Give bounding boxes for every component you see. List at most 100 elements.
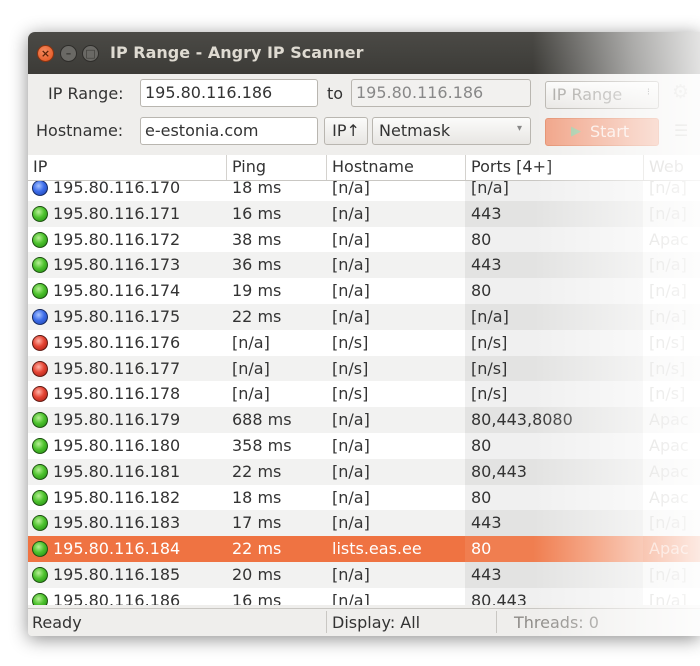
display-filter-status[interactable]: Display: All — [332, 613, 420, 632]
ping-cell: 16 ms — [232, 590, 282, 605]
ping-cell: [n/a] — [232, 384, 270, 404]
host-status-green-icon — [32, 592, 48, 605]
gear-icon[interactable]: ⚙ — [672, 81, 689, 103]
ping-cell: 38 ms — [232, 229, 282, 249]
table-row[interactable]: 195.80.116.182 18 ms [n/a] 80 Apac — [28, 484, 700, 511]
window-title: IP Range - Angry IP Scanner — [110, 43, 364, 62]
ports-cell: 80 — [471, 539, 492, 559]
hostname-cell: [n/s] — [332, 384, 369, 404]
ip-cell: 195.80.116.185 — [53, 565, 181, 584]
table-row[interactable]: 195.80.116.173 36 ms [n/a] 443 [n/a] — [28, 252, 700, 279]
chevron-down-icon: ▾ — [516, 123, 522, 134]
ping-cell: 358 ms — [232, 436, 292, 455]
ports-column-shade — [465, 226, 643, 253]
ports-cell: 80,443 — [471, 461, 527, 481]
ip-cell: 195.80.116.184 — [53, 539, 181, 559]
ping-cell: 19 ms — [232, 281, 282, 301]
ip-cell: 195.80.116.177 — [53, 358, 181, 378]
start-button[interactable]: ▶ Start — [545, 118, 659, 146]
ip-cell: 195.80.116.175 — [53, 307, 181, 326]
host-status-green-icon — [32, 567, 48, 583]
close-window-button[interactable]: × — [37, 45, 54, 62]
feeder-select-value: IP Range — [552, 85, 623, 104]
column-header-ip[interactable]: IP — [28, 155, 226, 180]
status-divider — [496, 611, 497, 633]
list-icon[interactable]: ☰ — [674, 121, 688, 140]
ping-cell: 16 ms — [232, 203, 282, 223]
ip-range-end-input[interactable]: 195.80.116.186 — [351, 79, 531, 107]
column-header-ports[interactable]: Ports [4+] — [465, 155, 643, 180]
ping-cell: [n/a] — [232, 358, 270, 378]
host-status-green-icon — [32, 257, 48, 274]
hostname-cell: [n/s] — [332, 332, 369, 352]
ports-cell: 443 — [471, 203, 502, 223]
web-cell: [n/a] — [649, 281, 687, 301]
ports-cell: 80 — [471, 436, 492, 455]
table-row[interactable]: 195.80.116.179 688 ms [n/a] 80,443,8080 Apac — [28, 407, 700, 433]
host-status-blue-icon — [32, 309, 48, 325]
host-status-red-icon — [32, 386, 48, 403]
column-header-hostname[interactable]: Hostname — [326, 155, 465, 180]
status-bar: Ready Display: All Threads: 0 — [28, 608, 700, 636]
web-cell: Apac — [649, 461, 689, 481]
hostname-input[interactable]: e-estonia.com — [140, 117, 318, 145]
table-header: IP Ping Hostname Ports [4+] Web — [28, 155, 700, 181]
web-cell: [n/a] — [649, 255, 687, 275]
ping-cell: 36 ms — [232, 255, 282, 275]
start-button-label: Start — [590, 122, 630, 141]
table-row[interactable]: 195.80.116.180 358 ms [n/a] 80 Apac — [28, 433, 700, 459]
table-row[interactable]: 195.80.116.177 [n/a] [n/s] [n/s] [n/s] — [28, 355, 700, 382]
title-bar: × – □ IP Range - Angry IP Scanner — [28, 32, 700, 74]
maximize-window-button[interactable]: □ — [82, 45, 99, 62]
table-row[interactable]: 195.80.116.172 38 ms [n/a] 80 Apac — [28, 226, 700, 253]
hostname-cell: [n/s] — [332, 358, 369, 378]
table-row[interactable]: 195.80.116.186 16 ms [n/a] 80,443 [n/a] — [28, 587, 700, 605]
host-status-green-icon — [32, 438, 48, 454]
feeder-select[interactable]: IP Range ⁝ — [545, 81, 659, 109]
ping-cell: 20 ms — [232, 565, 282, 584]
ping-cell: 688 ms — [232, 410, 292, 430]
table-row[interactable]: 195.80.116.185 20 ms [n/a] 443 [n/a] — [28, 562, 700, 588]
column-header-web[interactable]: Web — [643, 155, 700, 180]
table-row[interactable]: 195.80.116.176 [n/a] [n/s] [n/s] [n/s] — [28, 329, 700, 356]
ports-cell: 443 — [471, 255, 502, 275]
netmask-select[interactable]: Netmask ▾ — [372, 117, 531, 145]
host-status-blue-icon — [32, 180, 48, 196]
play-icon: ▶ — [571, 124, 581, 139]
table-row[interactable]: 195.80.116.171 16 ms [n/a] 443 [n/a] — [28, 200, 700, 227]
table-row[interactable]: 195.80.116.184 22 ms lists.eas.ee 80 Apac — [28, 536, 700, 562]
web-cell: [n/a] — [649, 590, 687, 605]
ports-cell: 80,443,8080 — [471, 410, 573, 430]
host-status-green-icon — [32, 231, 48, 248]
table-row[interactable]: 195.80.116.178 [n/a] [n/s] [n/s] [n/s] — [28, 381, 700, 408]
column-header-ping[interactable]: Ping — [226, 155, 326, 180]
web-cell: [n/a] — [649, 203, 687, 223]
ports-cell: 443 — [471, 513, 502, 533]
threads-status: Threads: 0 — [514, 613, 599, 632]
ports-column-shade — [465, 484, 643, 511]
table-row[interactable]: 195.80.116.175 22 ms [n/a] [n/a] [n/a] — [28, 304, 700, 330]
ip-cell: 195.80.116.172 — [53, 229, 181, 249]
host-status-green-icon — [32, 515, 48, 532]
ip-range-label: IP Range: — [48, 84, 124, 103]
host-status-green-icon — [32, 412, 48, 429]
table-row[interactable]: 195.80.116.174 19 ms [n/a] 80 [n/a] — [28, 278, 700, 304]
ip-cell: 195.80.116.180 — [53, 436, 181, 455]
ports-column-shade — [465, 536, 643, 562]
hostname-cell: [n/a] — [332, 513, 370, 533]
ip-range-start-input[interactable]: 195.80.116.186 — [140, 79, 318, 107]
ports-column-shade — [465, 433, 643, 459]
results-table: 195.80.116.170 18 ms [n/a] [n/a] [n/a] 195.80… — [28, 155, 700, 605]
web-cell: Apac — [649, 436, 689, 455]
minimize-window-button[interactable]: – — [60, 45, 77, 62]
hostname-cell: [n/a] — [332, 410, 370, 430]
netmask-select-value: Netmask — [379, 121, 451, 140]
web-cell: Apac — [649, 487, 689, 507]
web-cell: [n/a] — [649, 565, 687, 584]
table-row[interactable]: 195.80.116.183 17 ms [n/a] 443 [n/a] — [28, 510, 700, 537]
host-status-green-icon — [32, 283, 48, 300]
table-row[interactable]: 195.80.116.181 22 ms [n/a] 80,443 Apac — [28, 458, 700, 485]
ip-cell: 195.80.116.174 — [53, 281, 181, 301]
ip-lookup-button[interactable]: IP↑ — [324, 117, 368, 145]
status-divider — [326, 611, 327, 633]
